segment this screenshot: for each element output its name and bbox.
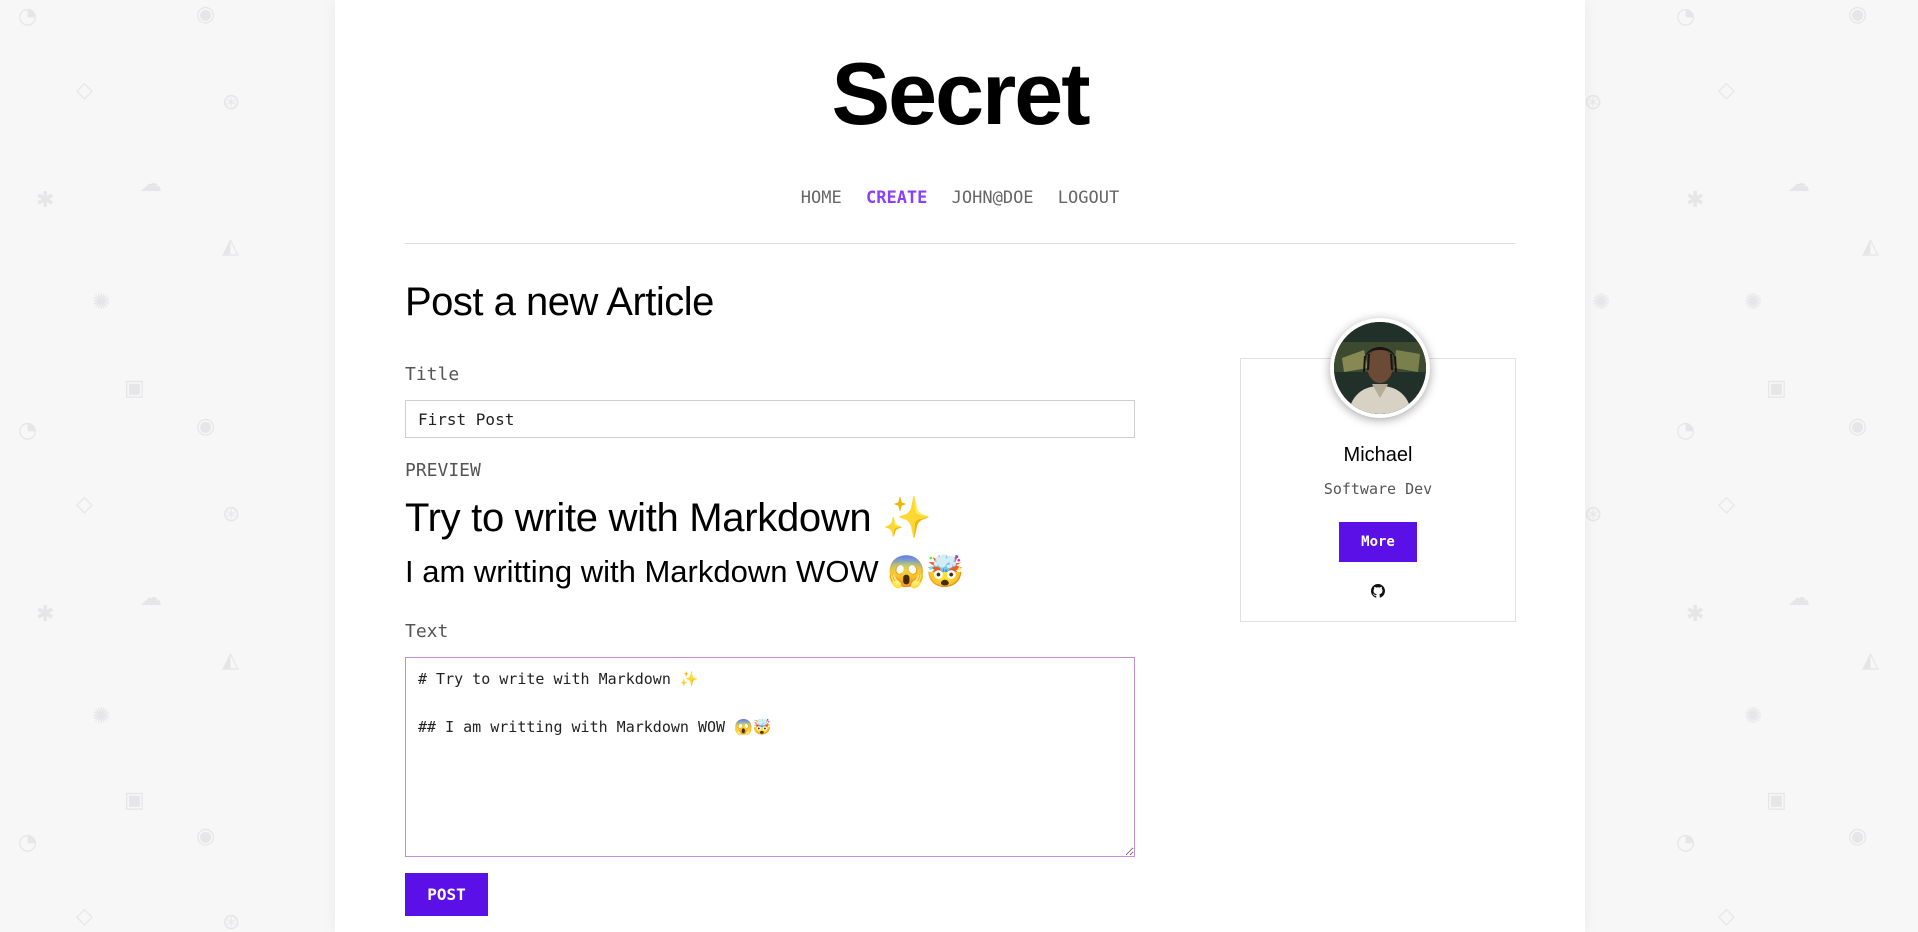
github-icon[interactable] [1371,584,1385,598]
text-label: Text [405,621,449,642]
profile-name: Michael [1343,444,1413,466]
title-label: Title [405,364,460,385]
page-container: Secret HOME CREATE JOHN@DOE LOGOUT Post … [335,0,1585,932]
main-nav: HOME CREATE JOHN@DOE LOGOUT [335,188,1585,208]
preview-heading-1: Try to write with Markdown ✨ [405,496,932,540]
avatar-image [1334,322,1426,414]
nav-item-logout[interactable]: LOGOUT [1058,188,1119,208]
preview-label: PREVIEW [405,460,481,481]
title-input[interactable] [405,400,1135,438]
profile-role: Software Dev [1323,480,1433,498]
post-button[interactable]: POST [405,873,488,916]
nav-item-user[interactable]: JOHN@DOE [952,188,1034,208]
avatar [1330,318,1430,418]
nav-item-create[interactable]: CREATE [866,188,927,208]
header-divider [405,243,1515,244]
preview-heading-2: I am writting with Markdown WOW 😱🤯 [405,554,965,589]
nav-item-home[interactable]: HOME [801,188,842,208]
site-title: Secret [831,44,1090,143]
page-heading: Post a new Article [405,280,714,324]
more-button[interactable]: More [1339,522,1417,562]
text-textarea[interactable]: # Try to write with Markdown ✨ ## I am w… [405,657,1135,857]
